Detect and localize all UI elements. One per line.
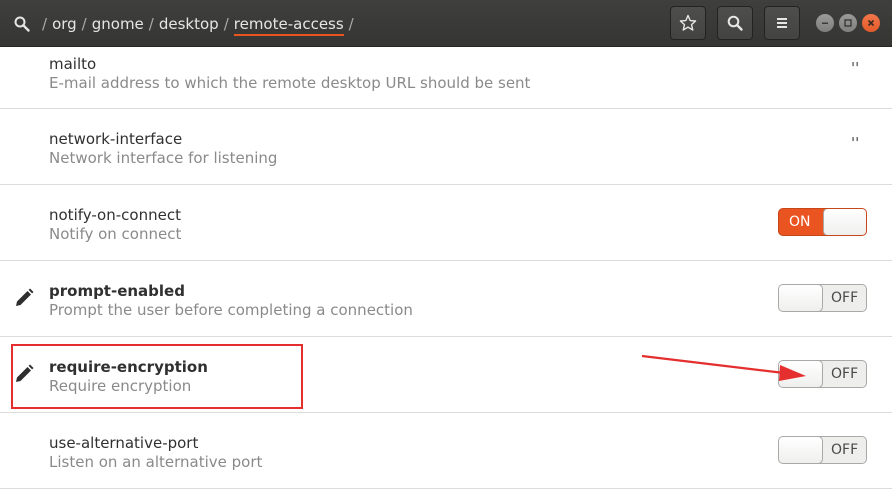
toggle-state-label: OFF <box>831 366 859 382</box>
annotation-highlight-box <box>11 344 303 409</box>
key-name: mailto <box>49 55 97 73</box>
header-bar: / org / gnome / desktop / remote-access … <box>0 0 892 47</box>
path-separator: / <box>81 14 87 33</box>
bookmark-button[interactable] <box>670 6 706 40</box>
toggle-knob <box>779 361 823 387</box>
path-separator: / <box>348 14 354 33</box>
close-icon <box>867 19 875 27</box>
key-value: '' <box>851 59 860 77</box>
key-name: use-alternative-port <box>49 434 199 452</box>
search-icon[interactable] <box>13 15 31 33</box>
key-row-mailto[interactable]: mailto E-mail address to which the remot… <box>0 47 892 109</box>
maximize-icon <box>844 19 852 27</box>
toggle-knob <box>779 285 823 311</box>
toggle-knob <box>779 437 823 463</box>
pencil-icon <box>16 288 34 306</box>
crumb-desktop[interactable]: desktop <box>159 15 219 33</box>
require-encryption-toggle[interactable]: OFF <box>778 360 867 388</box>
key-description: E-mail address to which the remote deskt… <box>49 74 531 92</box>
minimize-icon <box>822 22 828 24</box>
crumb-gnome[interactable]: gnome <box>92 15 144 33</box>
key-name: network-interface <box>49 130 183 148</box>
key-row-use-alternative-port[interactable]: use-alternative-port Listen on an altern… <box>0 413 892 489</box>
key-name: prompt-enabled <box>49 282 185 300</box>
prompt-enabled-toggle[interactable]: OFF <box>778 284 867 312</box>
main-menu-button[interactable] <box>764 6 800 40</box>
key-description: Listen on an alternative port <box>49 453 263 471</box>
path-separator: / <box>42 14 48 33</box>
key-description: Network interface for listening <box>49 149 278 167</box>
key-description: Prompt the user before completing a conn… <box>49 301 413 319</box>
toggle-knob <box>823 209 866 235</box>
key-row-notify-on-connect[interactable]: notify-on-connect Notify on connect ON <box>0 185 892 261</box>
toggle-state-label: OFF <box>831 290 859 306</box>
key-row-prompt-enabled[interactable]: prompt-enabled Prompt the user before co… <box>0 261 892 337</box>
crumb-remote-access[interactable]: remote-access <box>233 15 344 36</box>
use-alternative-port-toggle[interactable]: OFF <box>778 436 867 464</box>
key-value: '' <box>851 134 860 152</box>
notify-on-connect-toggle[interactable]: ON <box>778 208 867 236</box>
key-row-network-interface[interactable]: network-interface Network interface for … <box>0 109 892 185</box>
crumb-org[interactable]: org <box>52 15 77 33</box>
toggle-state-label: ON <box>789 214 811 230</box>
path-separator: / <box>148 14 154 33</box>
menu-icon <box>777 18 787 28</box>
path-bar: / org / gnome / desktop / remote-access … <box>13 0 359 47</box>
maximize-button[interactable] <box>839 14 857 32</box>
key-name: notify-on-connect <box>49 206 181 224</box>
toggle-state-label: OFF <box>831 442 859 458</box>
close-button[interactable] <box>862 14 880 32</box>
search-button[interactable] <box>717 6 753 40</box>
minimize-button[interactable] <box>816 14 834 32</box>
key-description: Notify on connect <box>49 225 182 243</box>
path-separator: / <box>223 14 229 33</box>
search-icon <box>727 15 743 31</box>
star-icon <box>679 14 697 31</box>
